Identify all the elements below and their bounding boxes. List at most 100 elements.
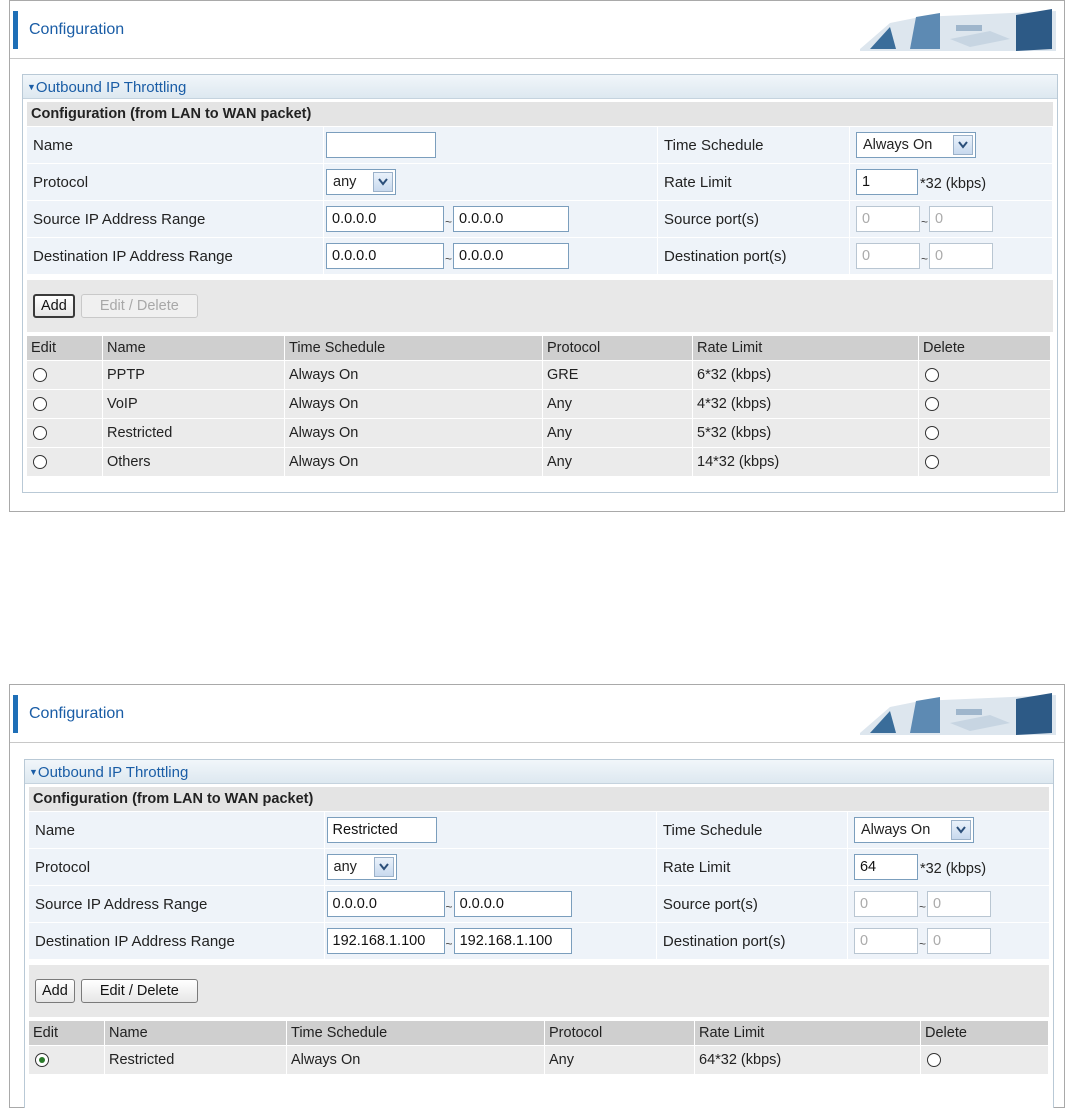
delete-radio[interactable] [925, 397, 939, 412]
row-name: Others [103, 448, 285, 476]
page-title: Configuration [29, 21, 125, 38]
rate-limit-label: Rate Limit [658, 164, 849, 200]
delete-radio[interactable] [925, 368, 939, 383]
name-label: Name [29, 812, 324, 848]
chevron-down-icon[interactable] [950, 820, 971, 840]
column-header: Protocol [545, 1021, 695, 1045]
row-rate: 64*32 (kbps) [695, 1046, 921, 1074]
protocol-label: Protocol [29, 849, 324, 885]
range-tilde: ~ [445, 215, 453, 229]
column-header: Rate Limit [695, 1021, 921, 1045]
header-accent-bar [13, 695, 18, 733]
name-input[interactable]: Restricted [326, 817, 437, 843]
source-ip-start-input[interactable]: 0.0.0.0 [326, 891, 445, 917]
row-protocol: Any [543, 390, 693, 418]
config-subheader: Configuration (from LAN to WAN packet) [29, 787, 1049, 811]
destination-ip-end-input[interactable]: 0.0.0.0 [453, 243, 570, 269]
rate-unit: *32 (kbps) [920, 176, 987, 192]
time-schedule-label: Time Schedule [658, 127, 849, 163]
row-schedule: Always On [287, 1046, 545, 1074]
delete-radio[interactable] [927, 1053, 941, 1068]
table-row: VoIP Always On Any 4*32 (kbps) [27, 390, 1051, 418]
section-title-label: Outbound IP Throttling [37, 764, 189, 781]
source-port-start-input[interactable]: 0 [853, 891, 918, 917]
page-title: Configuration [29, 705, 125, 722]
source-ip-end-input[interactable]: 0.0.0.0 [453, 891, 572, 917]
range-tilde: ~ [445, 900, 453, 914]
source-port-end-input[interactable]: 0 [929, 206, 994, 232]
table-row: PPTP Always On GRE 6*32 (kbps) [27, 361, 1051, 389]
edit-radio[interactable] [35, 1053, 49, 1068]
destination-ip-label: Destination IP Address Range [29, 923, 324, 959]
destination-ip-start-input[interactable]: 0.0.0.0 [326, 243, 444, 269]
config-panel-2: Configuration ▼Outbound IP Throttling Co… [9, 684, 1065, 1108]
destination-ip-start-input[interactable]: 192.168.1.100 [326, 928, 445, 954]
chevron-down-icon[interactable] [373, 857, 394, 877]
column-header: Name [103, 336, 285, 360]
protocol-select[interactable]: any [326, 169, 396, 195]
section-title[interactable]: ▼Outbound IP Throttling [25, 760, 1053, 784]
destination-port-end-input[interactable]: 0 [929, 243, 994, 269]
config-panel-1: Configuration ▼Outbound IP Throttling Co… [9, 0, 1065, 512]
destination-port-end-input[interactable]: 0 [926, 928, 991, 954]
chevron-down-icon[interactable] [373, 172, 393, 192]
time-schedule-select[interactable]: Always On [856, 132, 976, 158]
destination-ip-end-input[interactable]: 192.168.1.100 [453, 928, 572, 954]
rate-limit-input[interactable]: 1 [856, 169, 918, 195]
row-rate: 5*32 (kbps) [693, 419, 919, 447]
button-bar: Add Edit / Delete [29, 965, 1049, 1017]
delete-radio[interactable] [925, 455, 939, 470]
form-row-source-ip: Source IP Address Range 0.0.0.0 ~0.0.0.0 … [29, 886, 1049, 922]
add-button[interactable]: Add [35, 979, 75, 1003]
protocol-select[interactable]: any [326, 854, 397, 880]
rate-limit-input[interactable]: 64 [853, 854, 918, 880]
collapse-triangle-icon[interactable]: ▼ [27, 82, 36, 92]
destination-port-start-input[interactable]: 0 [853, 928, 918, 954]
edit-delete-button[interactable]: Edit / Delete [80, 979, 198, 1003]
destination-port-start-input[interactable]: 0 [856, 243, 920, 269]
form-row-protocol: Protocol any Rate Limit 1 *32 (kbps) [27, 164, 1053, 200]
destination-port-label: Destination port(s) [658, 238, 849, 274]
name-label: Name [27, 127, 323, 163]
edit-radio[interactable] [33, 368, 47, 383]
row-protocol: GRE [543, 361, 693, 389]
column-header: Delete [921, 1021, 1049, 1045]
banner-graphic-icon [860, 693, 1056, 735]
source-ip-label: Source IP Address Range [29, 886, 324, 922]
banner-graphic-icon [860, 9, 1056, 51]
protocol-label: Protocol [27, 164, 323, 200]
protocol-value: any [333, 859, 357, 875]
row-rate: 6*32 (kbps) [693, 361, 919, 389]
edit-radio[interactable] [33, 397, 47, 412]
section-title[interactable]: ▼Outbound IP Throttling [23, 75, 1057, 99]
column-header: Edit [29, 1021, 105, 1045]
panel-header: Configuration [10, 1, 1064, 59]
edit-radio[interactable] [33, 455, 47, 470]
edit-radio[interactable] [33, 426, 47, 441]
range-tilde: ~ [445, 252, 453, 266]
row-protocol: Any [543, 419, 693, 447]
row-rate: 14*32 (kbps) [693, 448, 919, 476]
source-ip-label: Source IP Address Range [27, 201, 323, 237]
add-button[interactable]: Add [33, 294, 75, 318]
source-port-end-input[interactable]: 0 [926, 891, 991, 917]
source-ip-end-input[interactable]: 0.0.0.0 [453, 206, 570, 232]
chevron-down-icon[interactable] [953, 135, 973, 155]
form-row-protocol: Protocol any Rate Limit 64 *32 (kbps) [29, 849, 1049, 885]
protocol-value: any [333, 174, 357, 190]
source-port-start-input[interactable]: 0 [856, 206, 920, 232]
collapse-triangle-icon[interactable]: ▼ [29, 767, 38, 777]
row-name: Restricted [105, 1046, 287, 1074]
source-ip-start-input[interactable]: 0.0.0.0 [326, 206, 444, 232]
column-header: Delete [919, 336, 1051, 360]
rules-table: Edit Name Time Schedule Protocol Rate Li… [29, 1020, 1049, 1075]
column-header: Time Schedule [285, 336, 543, 360]
name-input[interactable] [326, 132, 436, 158]
edit-delete-button[interactable]: Edit / Delete [80, 294, 198, 318]
time-schedule-value: Always On [863, 137, 933, 153]
time-schedule-select[interactable]: Always On [853, 817, 974, 843]
delete-radio[interactable] [925, 426, 939, 441]
header-accent-bar [13, 11, 18, 49]
table-header-row: Edit Name Time Schedule Protocol Rate Li… [29, 1021, 1049, 1045]
range-tilde: ~ [921, 252, 929, 266]
